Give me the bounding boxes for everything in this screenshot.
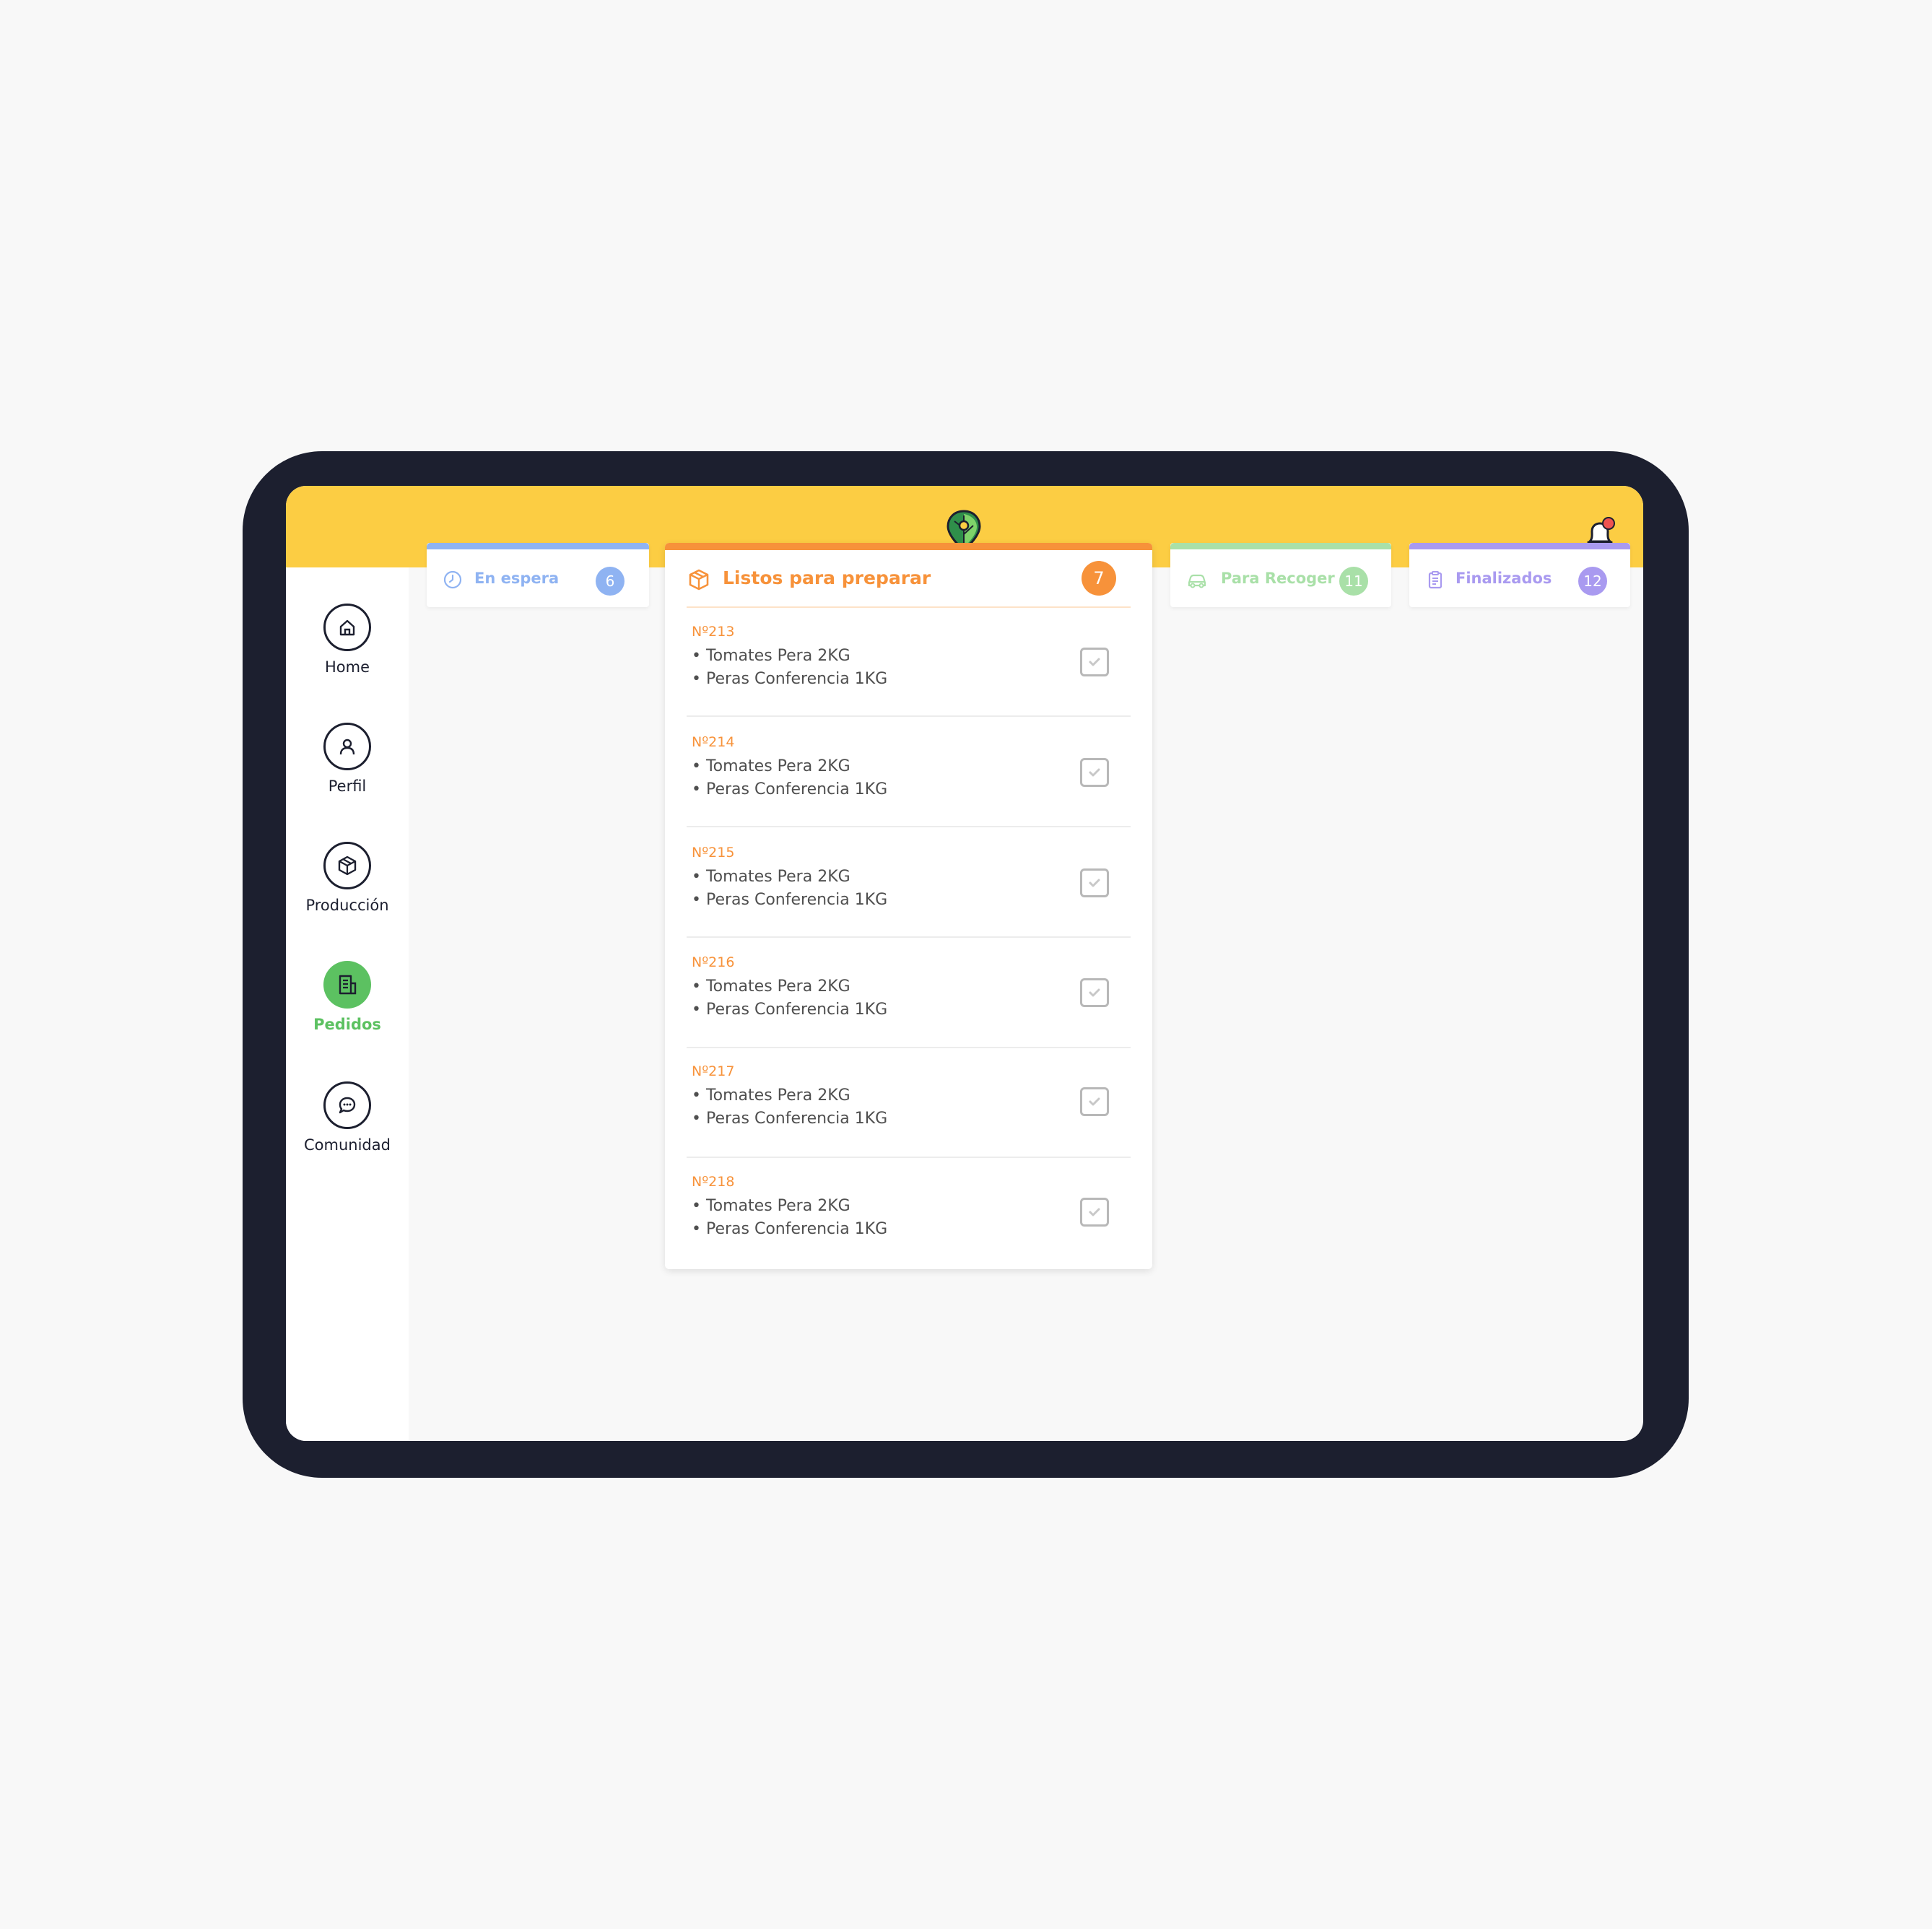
check-icon — [1089, 879, 1100, 887]
sidebar-item-label: Home — [324, 658, 370, 676]
order-product: • Tomates Pera 2KG — [692, 757, 850, 775]
order-item[interactable]: Nº214 • Tomates Pera 2KG • Peras Confere… — [692, 718, 1131, 829]
divider — [687, 715, 1131, 717]
column-listos-para-preparar: Listos para preparar 7 Nº213 • Tomates P… — [665, 543, 1152, 1269]
column-en-espera[interactable]: En espera 6 — [427, 543, 649, 607]
column-title: Para Recoger — [1221, 570, 1335, 587]
sidebar-item-comunidad[interactable]: Comunidad — [286, 1081, 409, 1168]
car-icon — [1188, 574, 1206, 588]
order-number: Nº215 — [692, 845, 735, 861]
order-product: • Peras Conferencia 1KG — [692, 1001, 888, 1019]
order-checkbox[interactable] — [1080, 868, 1109, 897]
clock-icon — [443, 570, 462, 589]
sidebar-item-label: Pedidos — [313, 1016, 381, 1033]
order-product: • Peras Conferencia 1KG — [692, 780, 888, 798]
order-item[interactable]: Nº213 • Tomates Pera 2KG • Peras Confere… — [692, 608, 1131, 718]
sidebar-item-pedidos[interactable]: Pedidos — [286, 961, 409, 1048]
clipboard-icon — [1428, 571, 1443, 589]
sidebar-item-label: Perfil — [328, 778, 367, 795]
order-product: • Tomates Pera 2KG — [692, 868, 850, 886]
check-icon — [1089, 988, 1100, 997]
order-number: Nº213 — [692, 624, 735, 640]
order-product: • Tomates Pera 2KG — [692, 977, 850, 996]
package-icon — [689, 569, 709, 591]
order-number: Nº214 — [692, 734, 735, 750]
app-screen: Home Perfil Producción Pedidos Comunidad… — [286, 486, 1643, 1441]
check-icon — [1089, 1097, 1100, 1106]
order-product: • Peras Conferencia 1KG — [692, 891, 888, 909]
order-number: Nº217 — [692, 1063, 735, 1079]
sidebar-item-home[interactable]: Home — [286, 604, 409, 690]
order-product: • Tomates Pera 2KG — [692, 1087, 850, 1105]
sidebar-item-label: Comunidad — [304, 1136, 391, 1154]
order-number: Nº216 — [692, 954, 735, 970]
receipt-icon — [339, 975, 357, 995]
order-checkbox[interactable] — [1080, 648, 1109, 676]
count-badge: 7 — [1082, 561, 1116, 596]
count-badge: 6 — [596, 567, 625, 596]
order-product: • Peras Conferencia 1KG — [692, 1110, 888, 1128]
column-para-recoger[interactable]: Para Recoger 11 — [1170, 543, 1391, 607]
divider — [687, 936, 1131, 938]
check-icon — [1089, 768, 1100, 777]
user-icon — [339, 739, 355, 755]
order-checkbox[interactable] — [1080, 1087, 1109, 1116]
column-title: Listos para preparar — [723, 567, 931, 588]
order-product: • Peras Conferencia 1KG — [692, 1220, 888, 1238]
order-checkbox[interactable] — [1080, 758, 1109, 787]
sidebar-item-produccion[interactable]: Producción — [286, 842, 409, 928]
column-title: Finalizados — [1455, 570, 1552, 587]
order-number: Nº218 — [692, 1174, 735, 1190]
sidebar-item-perfil[interactable]: Perfil — [286, 723, 409, 809]
count-badge: 11 — [1339, 567, 1368, 596]
order-product: • Peras Conferencia 1KG — [692, 670, 888, 688]
check-icon — [1089, 1208, 1100, 1216]
order-item[interactable]: Nº218 • Tomates Pera 2KG • Peras Confere… — [692, 1158, 1131, 1268]
chat-icon — [339, 1097, 356, 1114]
package-icon — [338, 855, 357, 876]
divider — [687, 826, 1131, 827]
order-item[interactable]: Nº216 • Tomates Pera 2KG • Peras Confere… — [692, 939, 1131, 1049]
sidebar: Home Perfil Producción Pedidos Comunidad — [286, 567, 409, 1441]
count-badge: 12 — [1578, 567, 1607, 596]
check-icon — [1089, 658, 1100, 666]
sidebar-item-label: Producción — [305, 897, 389, 914]
order-product: • Tomates Pera 2KG — [692, 647, 850, 665]
column-title: En espera — [474, 570, 560, 587]
order-product: • Tomates Pera 2KG — [692, 1197, 850, 1215]
order-checkbox[interactable] — [1080, 1198, 1109, 1227]
order-item[interactable]: Nº217 • Tomates Pera 2KG • Peras Confere… — [692, 1048, 1131, 1158]
home-icon — [339, 619, 355, 636]
order-item[interactable]: Nº215 • Tomates Pera 2KG • Peras Confere… — [692, 829, 1131, 939]
order-checkbox[interactable] — [1080, 978, 1109, 1007]
column-finalizados[interactable]: Finalizados 12 — [1409, 543, 1630, 607]
tablet-frame: Home Perfil Producción Pedidos Comunidad… — [243, 451, 1689, 1478]
